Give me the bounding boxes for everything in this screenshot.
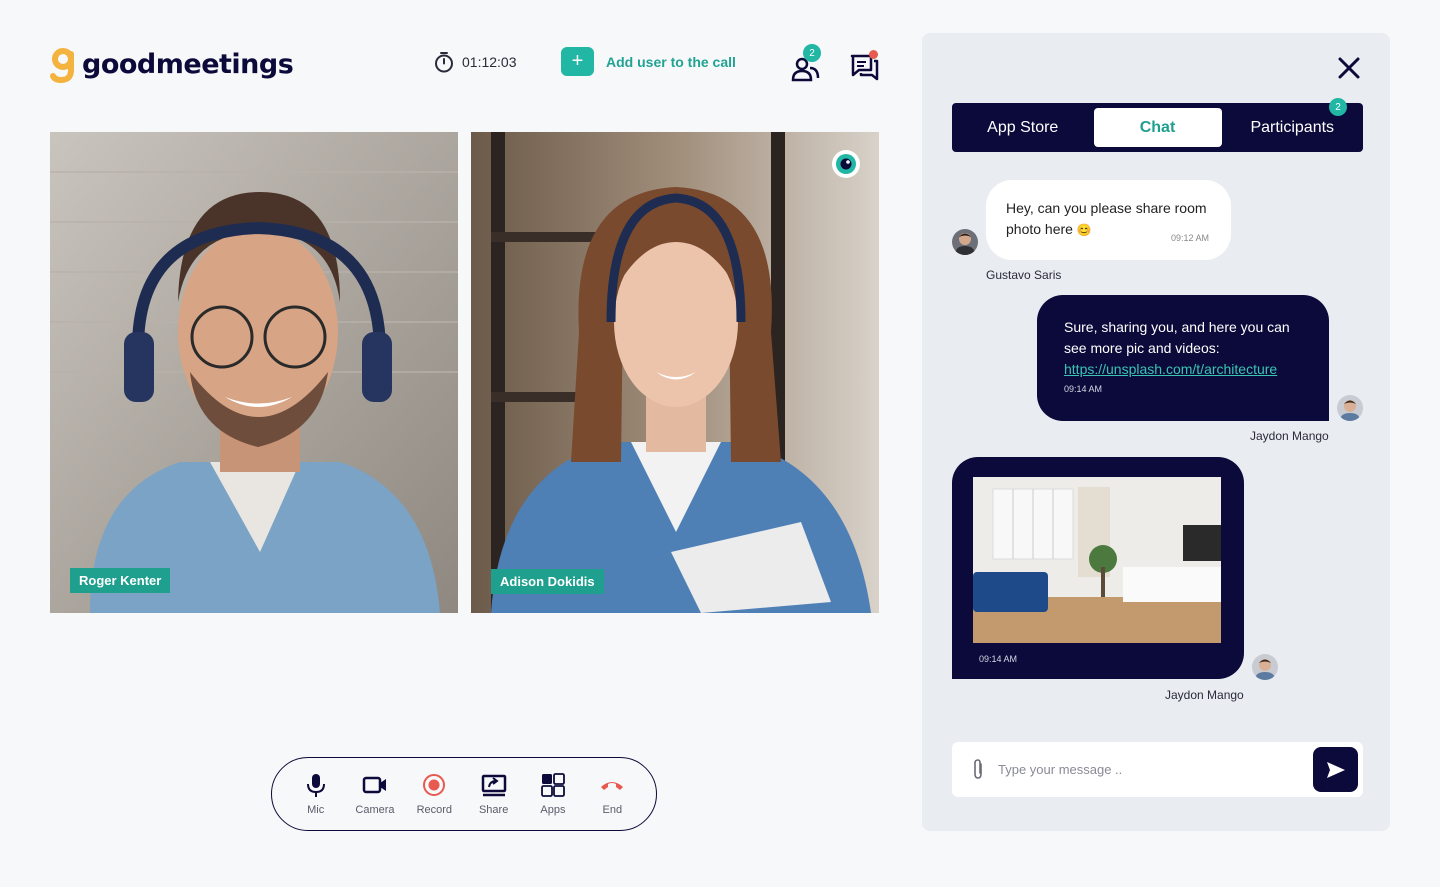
plus-icon: +: [561, 47, 594, 76]
record-label: Record: [416, 804, 453, 816]
apps-label: Apps: [540, 804, 566, 816]
chat-message-incoming: Hey, can you please share room photo her…: [986, 180, 1231, 260]
record-button[interactable]: Record: [405, 772, 463, 816]
chat-message-outgoing: Sure, sharing you, and here you can see …: [1037, 295, 1329, 421]
close-icon[interactable]: [1336, 55, 1362, 81]
share-button[interactable]: Share: [465, 772, 523, 816]
camera-icon: [362, 776, 386, 794]
logo: goodmeetings: [50, 44, 294, 84]
participants-button[interactable]: 2: [790, 44, 822, 82]
avatar: [1252, 654, 1278, 680]
message-time: 09:14 AM: [979, 654, 1018, 664]
record-icon: [423, 774, 446, 796]
camera-label: Camera: [355, 804, 395, 816]
video-tile-adison[interactable]: Adison Dokidis: [471, 132, 879, 613]
unread-dot: [869, 50, 878, 59]
participants-tab-badge: 2: [1329, 98, 1347, 116]
tab-label: Chat: [1139, 118, 1176, 136]
avatar: [1337, 395, 1363, 421]
video-feed: [471, 132, 879, 613]
tab-app-store[interactable]: App Store: [956, 108, 1090, 147]
message-time: 09:14 AM: [1064, 384, 1103, 394]
add-user-label: Add user to the call: [606, 53, 736, 70]
chat-message-image: 09:14 AM: [952, 457, 1244, 679]
sender-name: Gustavo Saris: [986, 268, 1062, 282]
panel-tabs: App Store Chat Participants 2: [952, 98, 1363, 152]
tab-chat[interactable]: Chat: [1093, 108, 1222, 147]
tab-participants[interactable]: Participants 2: [1226, 98, 1360, 147]
camera-button[interactable]: Camera: [346, 772, 404, 816]
emoji: 😊: [1076, 223, 1092, 237]
add-user-button[interactable]: + Add user to the call: [561, 47, 736, 76]
end-call-button[interactable]: End: [583, 772, 641, 816]
tab-label: Participants: [1250, 118, 1335, 136]
message-input[interactable]: [998, 762, 1298, 777]
stopwatch-icon: [435, 52, 453, 73]
message-composer: [952, 742, 1363, 797]
eye-icon: [836, 154, 856, 174]
video-tile-roger[interactable]: Roger Kenter: [50, 132, 458, 613]
apps-icon: [541, 773, 565, 797]
room-photo[interactable]: [973, 477, 1221, 643]
message-text: Sure, sharing you, and here you can see …: [1064, 319, 1290, 356]
share-label: Share: [478, 804, 509, 816]
message-link[interactable]: https://unsplash.com/t/architecture: [1064, 361, 1277, 377]
participants-badge: 2: [803, 44, 821, 62]
tab-label: App Store: [987, 118, 1059, 136]
logo-g-icon: [50, 48, 74, 84]
participant-name: Adison Dokidis: [491, 569, 604, 594]
sender-name: Jaydon Mango: [1165, 688, 1244, 702]
call-timer: 01:12:03: [434, 51, 517, 73]
apps-button[interactable]: Apps: [524, 772, 582, 816]
participant-name: Roger Kenter: [70, 568, 171, 593]
end-call-icon: [601, 782, 624, 790]
share-screen-icon: [481, 774, 506, 797]
mic-button[interactable]: Mic: [287, 772, 345, 816]
avatar: [952, 229, 978, 255]
speaking-indicator: [832, 150, 860, 178]
timer-value: 01:12:03: [462, 54, 517, 70]
app-name: goodmeetings: [82, 48, 294, 80]
send-icon: [1326, 761, 1345, 778]
end-label: End: [602, 804, 623, 816]
send-button[interactable]: [1313, 747, 1358, 792]
mic-icon: [306, 774, 325, 797]
call-controls: Mic Camera Record Share Apps End: [271, 757, 657, 831]
message-time: 09:12 AM: [1170, 233, 1209, 243]
video-feed: [50, 132, 458, 613]
attachment-icon[interactable]: [968, 758, 988, 781]
mic-label: Mic: [307, 804, 325, 816]
sender-name: Jaydon Mango: [1250, 429, 1329, 443]
chat-toggle-button[interactable]: [849, 50, 881, 82]
